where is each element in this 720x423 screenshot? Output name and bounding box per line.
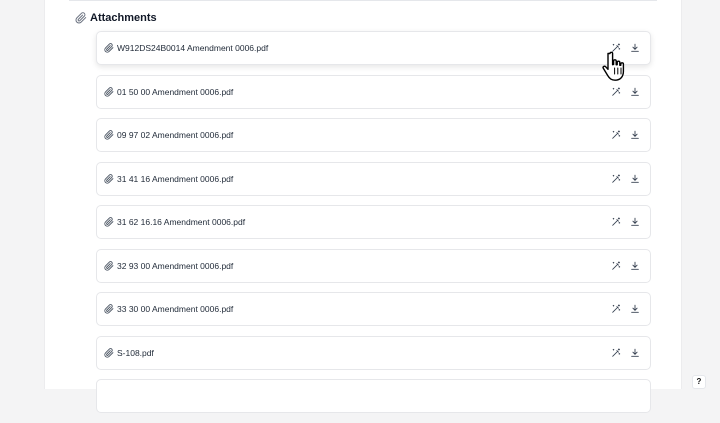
download-icon — [631, 348, 639, 357]
paperclip-icon — [104, 217, 114, 227]
attachment-filename[interactable]: W912DS24B0014 Amendment 0006.pdf — [117, 43, 604, 53]
attachment-filename[interactable]: 01 50 00 Amendment 0006.pdf — [117, 87, 604, 97]
main-panel: Attachments W912DS24B0014 Amendment 0006… — [44, 0, 682, 413]
attachment-filename[interactable]: 33 30 00 Amendment 0006.pdf — [117, 304, 604, 314]
paperclip-icon — [104, 43, 114, 53]
ai-analyze-button[interactable] — [609, 85, 623, 99]
paperclip-icon — [75, 12, 87, 24]
attachment-filename[interactable]: 31 41 16 Amendment 0006.pdf — [117, 174, 604, 184]
attachment-row[interactable]: 09 97 02 Amendment 0006.pdf — [96, 118, 651, 152]
ai-analyze-button[interactable] — [609, 302, 623, 316]
attachments-heading: Attachments — [75, 10, 157, 26]
ai-analyze-button[interactable] — [609, 346, 623, 360]
attachment-row[interactable]: 01 50 00 Amendment 0006.pdf — [96, 74, 651, 109]
attachment-row[interactable]: 33 30 00 Amendment 0006.pdf — [96, 292, 651, 326]
paperclip-icon — [104, 304, 114, 314]
attachment-row[interactable]: 31 62 16.16 Amendment 0006.pdf — [96, 205, 651, 239]
ai-analyze-button[interactable] — [609, 128, 623, 142]
paperclip-icon — [104, 347, 114, 358]
ai-analyze-button[interactable] — [609, 215, 623, 229]
attachment-filename[interactable]: 32 93 00 Amendment 0006.pdf — [117, 261, 604, 271]
download-icon — [631, 87, 639, 96]
magic-wand-icon — [612, 347, 621, 357]
attachment-row[interactable]: 32 93 00 Amendment 0006.pdf — [96, 248, 651, 283]
download-icon — [631, 217, 639, 226]
download-button[interactable] — [628, 259, 642, 273]
magic-wand-icon — [612, 260, 621, 270]
attachment-row[interactable]: 31 41 16 Amendment 0006.pdf — [96, 161, 651, 196]
download-button[interactable] — [628, 302, 642, 316]
download-button[interactable] — [628, 346, 642, 360]
help-button[interactable]: ? — [692, 375, 706, 389]
ai-analyze-button[interactable] — [609, 259, 623, 273]
attachment-filename[interactable]: S-108.pdf — [117, 348, 604, 358]
paperclip-icon — [104, 130, 114, 140]
download-icon — [631, 43, 639, 52]
download-button[interactable] — [628, 215, 642, 229]
attachment-row[interactable]: S-108.pdf — [96, 335, 651, 370]
magic-wand-icon — [612, 173, 621, 183]
paperclip-icon — [104, 173, 114, 184]
magic-wand-icon — [612, 217, 621, 226]
magic-wand-icon — [612, 86, 621, 96]
download-icon — [631, 174, 639, 183]
download-button[interactable] — [628, 85, 642, 99]
attachment-filename[interactable]: 31 62 16.16 Amendment 0006.pdf — [117, 217, 604, 227]
paperclip-icon — [104, 260, 114, 271]
paperclip-icon — [104, 86, 114, 97]
magic-wand-icon — [612, 130, 621, 139]
download-button[interactable] — [628, 172, 642, 186]
download-icon — [631, 130, 639, 139]
magic-wand-icon — [612, 304, 621, 313]
divider — [69, 0, 657, 1]
attachment-row[interactable]: W912DS24B0014 Amendment 0006.pdf — [96, 31, 651, 65]
download-button[interactable] — [628, 128, 642, 142]
attachment-filename[interactable]: 09 97 02 Amendment 0006.pdf — [117, 130, 604, 140]
hand-cursor-icon — [602, 51, 625, 81]
attachment-row[interactable] — [96, 379, 651, 413]
ai-analyze-button[interactable] — [609, 172, 623, 186]
download-icon — [631, 304, 639, 313]
section-title: Attachments — [90, 12, 157, 24]
attachments-list: W912DS24B0014 Amendment 0006.pdf 01 50 00… — [96, 31, 651, 423]
download-icon — [631, 261, 639, 270]
